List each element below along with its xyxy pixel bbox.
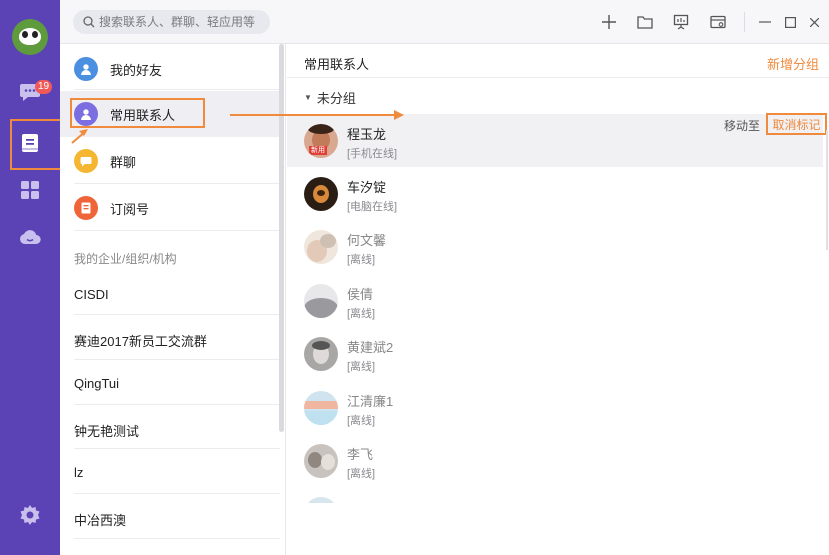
search-input[interactable] <box>99 15 259 29</box>
group-name: 未分组 <box>316 91 356 106</box>
contact-row[interactable]: 李飞 [离线] <box>287 434 823 487</box>
left-rail: 19 <box>0 0 64 555</box>
contact-avatar <box>304 391 338 425</box>
contact-name: 李飞 <box>347 447 374 462</box>
contact-name: 侯倩 <box>347 287 374 302</box>
contact-row[interactable]: 侯倩 [离线] <box>287 274 823 327</box>
divider <box>74 538 280 539</box>
apps-grid-icon[interactable] <box>18 178 42 202</box>
contact-status: [离线] <box>347 254 376 266</box>
unmark-button[interactable]: 取消标记 <box>766 113 827 135</box>
divider <box>74 448 280 449</box>
user-avatar[interactable] <box>12 19 48 55</box>
contact-status: [离线] <box>347 468 376 480</box>
add-icon[interactable] <box>599 12 619 32</box>
divider <box>74 89 280 90</box>
group-header[interactable]: ▼ 未分组 <box>304 88 356 107</box>
contact-avatar <box>304 230 338 264</box>
contact-avatar <box>304 177 338 211</box>
toolbar-divider <box>744 12 745 32</box>
category-group-chats[interactable]: 群聊 <box>60 138 280 184</box>
category-subscriptions[interactable]: 订阅号 <box>60 185 280 231</box>
folder-icon[interactable] <box>635 12 655 32</box>
category-label: 群聊 <box>110 154 137 170</box>
org-section-title: 我的企业/组织/机构 <box>74 252 177 266</box>
contact-row[interactable]: 何文馨 [离线] <box>287 220 823 273</box>
divider <box>74 404 280 405</box>
contact-name: 程玉龙 <box>347 127 387 142</box>
contact-name: 何文馨 <box>347 233 387 248</box>
subscription-icon <box>74 196 98 220</box>
cloud-icon[interactable] <box>18 225 42 249</box>
category-label: 我的好友 <box>110 62 163 78</box>
contacts-icon[interactable] <box>18 131 42 155</box>
org-item[interactable]: 中冶西澳 <box>74 510 126 529</box>
maximize-icon[interactable] <box>780 12 800 32</box>
selection-highlight-frame <box>70 98 205 128</box>
divider <box>74 359 280 360</box>
collapse-triangle-icon: ▼ <box>304 93 312 102</box>
screen-settings-icon[interactable] <box>708 12 728 32</box>
contact-status: [离线] <box>347 308 376 320</box>
unread-badge: 19 <box>35 80 53 94</box>
top-bar <box>60 0 829 44</box>
divider <box>74 230 280 231</box>
contact-name: 黄建斌2 <box>347 340 394 355</box>
settings-gear-icon[interactable] <box>18 503 42 527</box>
divider <box>74 314 280 315</box>
right-scrollbar[interactable] <box>826 130 828 250</box>
new-user-tag: 新用 <box>309 146 327 155</box>
contact-name: 车汐锭 <box>347 180 387 195</box>
contact-status: [电脑在线] <box>347 201 398 213</box>
category-label: 订阅号 <box>110 201 150 217</box>
contact-avatar <box>304 497 338 503</box>
org-item[interactable]: 钟无艳测试 <box>74 421 139 440</box>
search-icon <box>83 16 95 28</box>
panel-title: 常用联系人 <box>304 57 370 72</box>
category-my-friends[interactable]: 我的好友 <box>60 46 280 92</box>
org-item[interactable]: lz <box>74 465 83 480</box>
divider <box>74 493 280 494</box>
contact-avatar <box>304 284 338 318</box>
close-icon[interactable] <box>804 12 824 32</box>
contact-avatar <box>304 444 338 478</box>
contact-avatar <box>304 337 338 371</box>
search-box[interactable] <box>73 10 270 34</box>
divider <box>74 183 280 184</box>
org-item[interactable]: CISDI <box>74 287 109 302</box>
contact-status: [离线] <box>347 361 376 373</box>
contact-avatar: 新用 <box>304 124 338 158</box>
contact-name: 江清廉1 <box>347 394 394 409</box>
presentation-icon[interactable] <box>671 12 691 32</box>
contact-row-partial[interactable] <box>287 487 823 503</box>
org-item[interactable]: QingTui <box>74 376 119 391</box>
contact-row[interactable]: 黄建斌2 [离线] <box>287 327 823 380</box>
contact-status: [离线] <box>347 415 376 427</box>
friends-icon <box>74 57 98 81</box>
contact-row[interactable]: 江清廉1 [离线] <box>287 381 823 434</box>
move-to-button[interactable]: 移动至 <box>724 117 760 134</box>
contact-status: [手机在线] <box>347 148 398 160</box>
middle-scrollbar[interactable] <box>279 44 284 432</box>
add-group-link[interactable]: 新增分组 <box>767 54 819 73</box>
panel-header: 常用联系人 新增分组 <box>287 44 829 78</box>
minimize-icon[interactable] <box>755 12 775 32</box>
group-chat-icon <box>74 149 98 173</box>
contact-row[interactable]: 车汐锭 [电脑在线] <box>287 167 823 220</box>
org-item[interactable]: 赛迪2017新员工交流群 <box>74 331 207 350</box>
